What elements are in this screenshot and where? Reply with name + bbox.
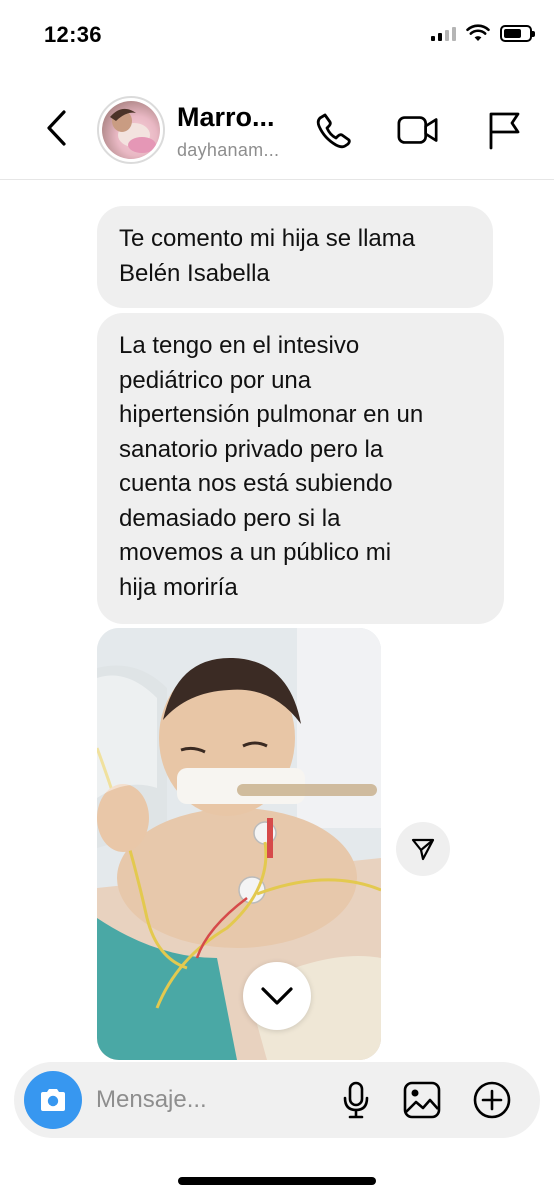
gallery-button[interactable]	[400, 1078, 444, 1122]
avatar[interactable]	[97, 96, 165, 164]
conversation-header: Marro... dayhanam...	[0, 78, 554, 180]
audio-call-button[interactable]	[312, 108, 356, 152]
chevron-down-icon	[261, 987, 293, 1005]
camera-icon	[41, 1089, 65, 1111]
chevron-left-icon	[47, 110, 66, 146]
contact-name[interactable]: Marro...	[177, 102, 275, 133]
share-button[interactable]	[396, 822, 450, 876]
status-time: 12:36	[44, 22, 102, 47]
contact-handle[interactable]: dayhanam...	[177, 140, 279, 161]
plus-circle-icon	[473, 1081, 511, 1119]
home-indicator[interactable]	[178, 1177, 376, 1185]
photo-image	[97, 628, 381, 1060]
message-text: La tengo en el intesivo pediátrico por u…	[119, 332, 424, 601]
more-options-button[interactable]	[470, 1078, 514, 1122]
message-bubble[interactable]: Te comento mi hija se llama Belén Isabel…	[97, 206, 493, 308]
status-icons	[431, 24, 535, 42]
message-composer	[14, 1062, 540, 1138]
report-button[interactable]	[482, 108, 526, 152]
message-text: Te comento mi hija se llama Belén Isabel…	[119, 225, 416, 287]
paper-plane-icon	[411, 838, 435, 861]
voice-message-button[interactable]	[334, 1078, 378, 1122]
video-call-button[interactable]	[396, 108, 440, 152]
avatar-image	[102, 101, 160, 159]
phone-icon	[316, 113, 351, 149]
status-bar: 12:36	[0, 0, 554, 70]
microphone-icon	[343, 1081, 369, 1119]
camera-button[interactable]	[24, 1071, 82, 1129]
photo-attachment[interactable]	[97, 628, 381, 1060]
image-icon	[403, 1081, 441, 1119]
back-button[interactable]	[38, 106, 74, 150]
video-camera-icon	[397, 116, 438, 144]
wifi-icon	[466, 24, 490, 41]
message-input[interactable]	[96, 1080, 316, 1120]
scroll-to-bottom-button[interactable]	[243, 962, 311, 1030]
cellular-signal-icon	[431, 25, 456, 41]
flag-icon	[489, 112, 520, 150]
battery-icon	[500, 24, 535, 42]
message-bubble[interactable]: La tengo en el intesivo pediátrico por u…	[97, 313, 504, 624]
